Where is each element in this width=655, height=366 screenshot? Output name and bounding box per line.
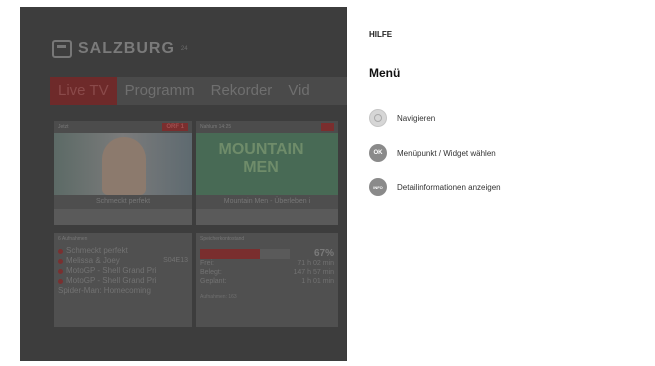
presenter-image (102, 137, 146, 195)
help-label-info: Detailinformationen anzeigen (397, 182, 501, 192)
ok-key-icon: OK (369, 144, 387, 162)
help-label-navigate: Navigieren (397, 113, 436, 123)
next-card-thumbnail: MOUNTAIN MEN (196, 133, 338, 195)
info-key-icon: INFO (369, 178, 387, 196)
record-dot-icon (58, 278, 63, 284)
brand-sup: 24 (180, 46, 188, 52)
storage-progress-row: 67% (200, 248, 334, 259)
recordings-count: Aufnahmen: 163 (200, 294, 237, 300)
stat-row-planned: Geplant: 1 h 01 min (200, 277, 334, 286)
now-card-head: Jetzt ORF 1 (54, 121, 192, 133)
tv-screen: SALZBURG 24 Live TV Programm Rekorder Vi… (20, 7, 646, 361)
brand-name: SALZBURG (78, 40, 175, 57)
recordings-widget[interactable]: 6 Aufnahmen Schmeckt perfekt Melissa & J… (54, 233, 192, 327)
list-item-label: Schmeckt perfekt (66, 246, 128, 255)
logo-mark-icon (52, 40, 72, 58)
record-dot-icon (58, 248, 63, 254)
recordings-head: 6 Aufnahmen (58, 236, 88, 242)
stat-value: 1 h 01 min (301, 278, 334, 285)
list-item-label: Melissa & Joey (66, 256, 120, 265)
help-kicker: HILFE (369, 30, 393, 39)
now-card[interactable]: Jetzt ORF 1 Schmeckt perfekt (54, 121, 192, 225)
now-card-caption: Schmeckt perfekt (54, 195, 192, 209)
now-card-time: Jetzt (58, 124, 69, 130)
show-title-art: MOUNTAIN MEN (218, 141, 304, 176)
list-item-label: MotoGP - Shell Grand Pri (66, 266, 157, 275)
storage-widget[interactable]: Speicherkontostand 67% Frei: 71 h 02 min … (196, 233, 338, 327)
help-panel: HILFE Menü Navigieren OK Menüpunkt / Wid… (347, 7, 646, 361)
channel-badge: ORF 1 (162, 123, 188, 131)
background-app: SALZBURG 24 Live TV Programm Rekorder Vi… (20, 7, 350, 361)
stat-row-used: Belegt: 147 h 57 min (200, 268, 334, 277)
tab-live-tv[interactable]: Live TV (50, 77, 117, 105)
main-nav: Live TV Programm Rekorder Vid (50, 77, 350, 105)
tab-rekorder[interactable]: Rekorder (203, 77, 281, 105)
storage-progress-fill (200, 248, 261, 259)
record-dot-icon (58, 268, 63, 274)
list-item[interactable]: Schmeckt perfekt (58, 246, 188, 256)
next-card[interactable]: Nahlum 14:25 MOUNTAIN MEN Mountain Men -… (196, 121, 338, 225)
stat-label: Geplant: (200, 278, 227, 285)
list-item-label: Spider-Man: Homecoming (58, 286, 151, 295)
tab-video[interactable]: Vid (280, 77, 317, 105)
list-item[interactable]: Spider-Man: Homecoming (58, 286, 188, 296)
stat-row-free: Frei: 71 h 02 min (200, 259, 334, 268)
list-item-extra: S04E13 (163, 257, 188, 264)
now-card-thumbnail (54, 133, 192, 195)
record-dot-icon (58, 258, 63, 264)
list-item[interactable]: MotoGP - Shell Grand Pri (58, 266, 188, 276)
list-item-label: MotoGP - Shell Grand Pri (66, 276, 157, 285)
nav-ring-icon (369, 109, 387, 127)
stat-value: 147 h 57 min (293, 269, 334, 276)
stat-value: 71 h 02 min (297, 260, 334, 267)
help-row-info: INFO Detailinformationen anzeigen (369, 178, 501, 196)
storage-progress-bar (200, 248, 290, 259)
storage-percent: 67% (313, 248, 334, 259)
brand-logo: SALZBURG 24 (52, 40, 188, 58)
stat-label: Frei: (200, 260, 214, 267)
tab-programm[interactable]: Programm (117, 77, 203, 105)
list-item[interactable]: MotoGP - Shell Grand Pri (58, 276, 188, 286)
help-label-ok: Menüpunkt / Widget wählen (397, 148, 496, 158)
help-row-navigate: Navigieren (369, 109, 435, 127)
stat-label: Belegt: (200, 269, 222, 276)
help-row-ok: OK Menüpunkt / Widget wählen (369, 144, 496, 162)
next-card-head: Nahlum 14:25 (196, 121, 338, 133)
storage-head: Speicherkontostand (200, 236, 245, 242)
channel-logo-icon (320, 123, 334, 131)
help-title: Menü (369, 66, 401, 80)
next-card-time: Nahlum 14:25 (200, 124, 232, 130)
next-card-caption: Mountain Men - Überleben i (196, 195, 338, 209)
list-item[interactable]: Melissa & Joey S04E13 (58, 256, 188, 266)
